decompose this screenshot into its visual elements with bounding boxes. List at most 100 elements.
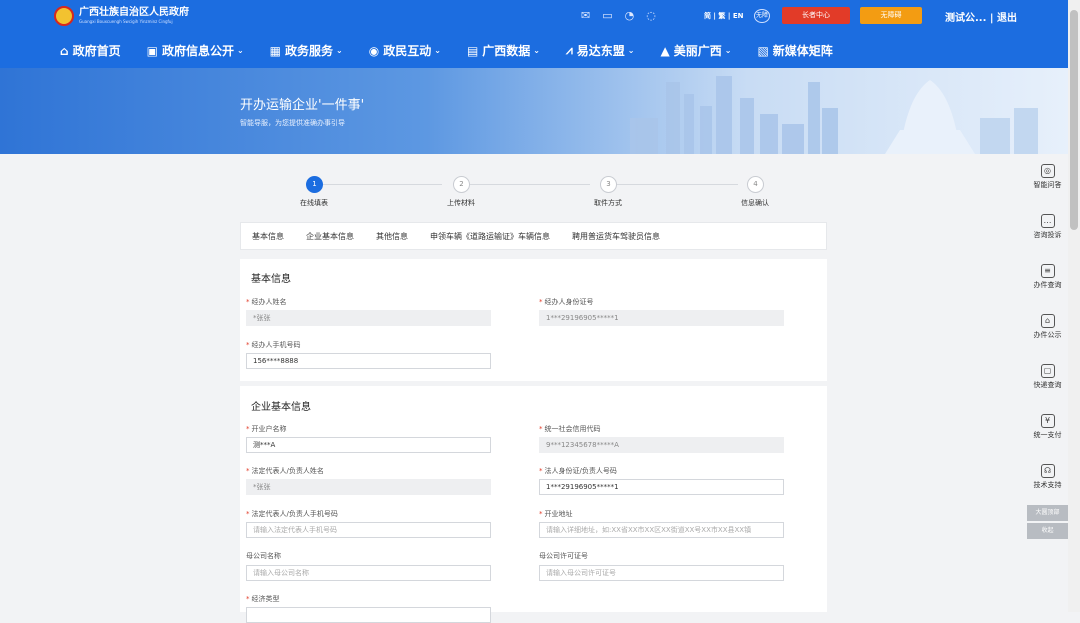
site-header: 广西壮族自治区人民政府 Guangxi Bouxcuengh Swcigih Y… — [0, 0, 1068, 68]
address-input[interactable]: 请输入详细地址，如:XX省XX市XX区XX街道XX号XX市XX县XX镇 — [539, 522, 784, 538]
asean-icon: ⩘ — [566, 43, 573, 57]
nav-item-3[interactable]: ▦ 政务服务 ⌄ — [270, 42, 343, 59]
mobile-icon[interactable]: ▭ — [602, 9, 612, 22]
chat-icon: ◉ — [368, 43, 380, 58]
legal-phone-input[interactable]: 请输入法定代表人手机号码 — [246, 522, 491, 538]
site-name: 广西壮族自治区人民政府 — [79, 7, 189, 18]
tab-4[interactable]: 申领车辆《道路运输证》车辆信息 — [430, 231, 550, 242]
side-service-5[interactable]: ▢ 快递查询 — [1027, 364, 1068, 408]
data-icon: ▤ — [466, 43, 479, 58]
chevron-down-icon: ⌄ — [533, 46, 540, 55]
step-1-label: 在线填表 — [300, 199, 328, 207]
step-3-label: 取件方式 — [594, 199, 622, 207]
express-icon: ▢ — [1040, 364, 1055, 378]
payment-icon: ¥ — [1040, 414, 1055, 428]
elder-mode-button[interactable]: 大圆顶部 — [1027, 505, 1068, 521]
consult-icon: … — [1040, 214, 1055, 228]
nav-item-label: 美丽广西 — [673, 44, 722, 58]
page-subtitle: 智能导服，为您提供准确办事引导 — [240, 119, 345, 127]
page-banner: 开办运输企业'一件事' 智能导服，为您提供准确办事引导 — [0, 68, 1068, 154]
nav-item-1[interactable]: ⌂ 政府首页 — [60, 42, 121, 59]
handler-name-field[interactable]: *张张 — [246, 310, 491, 326]
handler-phone-field[interactable]: 156****8888 — [246, 353, 491, 369]
nav-item-2[interactable]: ▣ 政府信息公开 ⌄ — [147, 42, 244, 59]
robot-icon: ◎ — [1040, 164, 1055, 178]
national-emblem-icon — [54, 6, 74, 26]
side-service-2[interactable]: … 咨询投诉 — [1027, 214, 1068, 258]
page-scrollbar[interactable] — [1068, 0, 1080, 612]
accessible-mode-button[interactable]: 无障碍 — [860, 7, 922, 24]
scrollbar-thumb[interactable] — [1070, 10, 1078, 230]
step-3-indicator: 3 — [600, 176, 617, 193]
tab-1[interactable]: 基本信息 — [252, 231, 284, 242]
legal-name-field[interactable]: *张张 — [246, 479, 491, 495]
side-service-6[interactable]: ¥ 统一支付 — [1027, 414, 1068, 458]
side-service-4[interactable]: ⌂ 办件公示 — [1027, 314, 1068, 358]
main-nav: ⌂ 政府首页 ▣ 政府信息公开 ⌄ ▦ 政务服务 ⌄ ◉ 政民互动 ⌄ ▤ 广西数据 ⌄ ⩘ 易达东盟 ⌄ ▲ 美丽… — [60, 42, 859, 59]
collapse-panel-button[interactable]: 收起 — [1027, 523, 1068, 539]
accessibility-icon[interactable]: 无障 — [754, 9, 770, 23]
nav-item-5[interactable]: ▤ 广西数据 ⌄ — [467, 42, 540, 59]
credit-code-field[interactable]: 9***12345678*****A — [539, 437, 784, 453]
form-section-tabs: 基本信息 企业基本信息 其他信息 申领车辆《道路运输证》车辆信息 聘用普运货车驾驶员信息 — [240, 222, 827, 250]
language-switch[interactable]: 简 | 繁 | EN — [704, 11, 744, 21]
side-service-3[interactable]: ≡ 办件查询 — [1027, 264, 1068, 308]
nav-item-label: 政务服务 — [285, 44, 334, 58]
company-name-field[interactable]: 测***A — [246, 437, 491, 453]
nav-item-4[interactable]: ◉ 政民互动 ⌄ — [369, 42, 441, 59]
scenery-icon: ▲ — [660, 43, 670, 58]
enterprise-info-card: 企业基本信息 * 开业户名称 测***A * 统一社会信用代码 9***123456… — [240, 386, 827, 623]
side-service-label: 办件公示 — [1033, 331, 1062, 339]
nav-item-label: 政民互动 — [383, 44, 432, 58]
chevron-down-icon: ⌄ — [627, 46, 635, 55]
city-skyline-illustration — [630, 76, 1038, 154]
nav-item-6[interactable]: ⩘ 易达东盟 ⌄ — [566, 42, 635, 59]
step-connector — [614, 184, 738, 185]
nav-item-8[interactable]: ▧ 新媒体矩阵 — [757, 42, 832, 59]
field-label-econ-type: * 经济类型 — [246, 595, 280, 603]
field-label-handler-id: * 经办人身份证号 — [539, 298, 594, 306]
wechat-icon[interactable]: ◌ — [646, 9, 656, 22]
field-label-credit-code: * 统一社会信用代码 — [539, 425, 601, 433]
parent-license-input[interactable]: 请输入母公司许可证号 — [539, 565, 784, 581]
field-label-legal-phone: * 法定代表人/负责人手机号码 — [246, 510, 338, 518]
media-icon: ▧ — [757, 43, 769, 58]
chevron-down-icon: ⌄ — [724, 46, 732, 55]
chevron-down-icon: ⌄ — [336, 46, 343, 55]
section-title-enterprise-info: 企业基本信息 — [251, 402, 311, 413]
field-label-legal-id: * 法人身份证/负责人号码 — [539, 467, 617, 475]
parent-name-input[interactable]: 请输入母公司名称 — [246, 565, 491, 581]
side-service-label: 技术支持 — [1033, 481, 1062, 489]
elder-center-button[interactable]: 长者中心 — [782, 7, 850, 24]
side-service-7[interactable]: ☊ 技术支持 — [1027, 464, 1068, 508]
nav-item-label: 广西数据 — [482, 44, 531, 58]
tab-2[interactable]: 企业基本信息 — [306, 231, 354, 242]
step-2-label: 上传材料 — [447, 199, 475, 207]
side-service-1[interactable]: ◎ 智能问答 — [1027, 164, 1068, 208]
nav-item-label: 易达东盟 — [576, 44, 625, 58]
basic-info-card: 基本信息 * 经办人姓名 *张张 * 经办人身份证号 1***29196905***… — [240, 259, 827, 381]
legal-id-field[interactable]: 1***29196905*****1 — [539, 479, 784, 495]
tab-5[interactable]: 聘用普运货车驾驶员信息 — [572, 231, 660, 242]
query-icon: ≡ — [1040, 264, 1055, 278]
chevron-down-icon: ⌄ — [434, 46, 441, 55]
step-4-label: 信息确认 — [741, 199, 769, 207]
chevron-down-icon: ⌄ — [236, 46, 244, 55]
step-4-indicator: 4 — [747, 176, 764, 193]
tab-3[interactable]: 其他信息 — [376, 231, 408, 242]
weibo-icon[interactable]: ◔ — [625, 9, 635, 22]
field-label-parent-name: 母公司名称 — [246, 552, 281, 560]
handler-id-field[interactable]: 1***29196905*****1 — [539, 310, 784, 326]
nav-item-label: 政府信息公开 — [161, 44, 234, 58]
side-service-label: 快递查询 — [1033, 381, 1062, 389]
right-service-panel: ◎ 智能问答 … 咨询投诉 ≡ 办件查询 ⌂ 办件公示 ▢ 快递查询 ¥ 统一支付 ☊ 技术支持 大圆顶部… — [1027, 158, 1068, 539]
step-connector — [466, 184, 590, 185]
user-logout[interactable]: 测试公... | 退出 — [945, 9, 1017, 24]
nav-item-label: 新媒体矩阵 — [772, 44, 833, 58]
site-logo[interactable]: 广西壮族自治区人民政府 Guangxi Bouxcuengh Swcigih Y… — [54, 6, 189, 26]
service-icon: ▦ — [269, 43, 282, 58]
nav-item-7[interactable]: ▲ 美丽广西 ⌄ — [661, 42, 732, 59]
mail-icon[interactable]: ✉ — [581, 9, 590, 22]
econ-type-select[interactable] — [246, 607, 491, 623]
step-2-indicator: 2 — [453, 176, 470, 193]
